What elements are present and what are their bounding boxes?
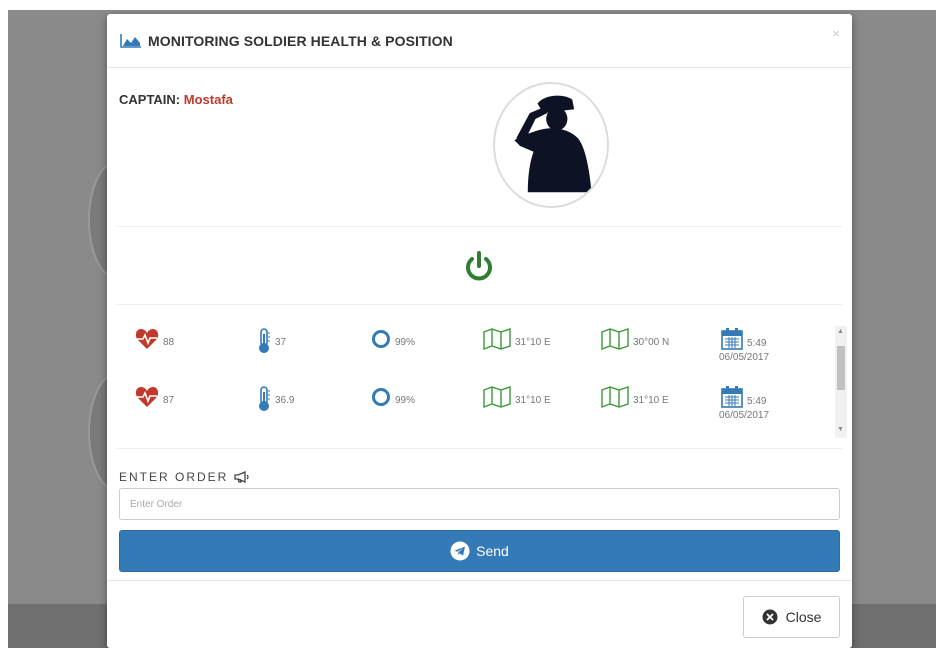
captain-label: CAPTAIN: bbox=[119, 92, 181, 107]
longitude-cell: 31°10 E bbox=[483, 328, 551, 350]
saluting-soldier-icon bbox=[514, 95, 592, 193]
scroll-thumb[interactable] bbox=[837, 346, 845, 390]
time-value: 5:49 bbox=[747, 396, 767, 407]
table-row: 87 36.9 99% 31°10 E 31°10 E 5:49 06/05/2… bbox=[117, 386, 817, 428]
close-button[interactable]: Close bbox=[743, 596, 840, 638]
longitude-cell: 31°10 E bbox=[483, 386, 551, 408]
captain-row: CAPTAIN: Mostafa bbox=[119, 92, 233, 107]
map-icon bbox=[483, 386, 511, 408]
datetime-cell: 5:49 06/05/2017 bbox=[719, 328, 801, 363]
heart-rate-cell: 87 bbox=[135, 386, 174, 408]
longitude-value: 31°10 E bbox=[515, 337, 551, 348]
area-chart-icon bbox=[120, 33, 141, 48]
table-row: 88 37 99% 31°10 E 30°00 N 5:49 06/05/201… bbox=[117, 328, 817, 370]
soldier-avatar bbox=[493, 82, 609, 208]
send-label: Send bbox=[476, 543, 509, 559]
heartbeat-icon bbox=[135, 329, 159, 349]
temperature-value: 36.9 bbox=[275, 395, 295, 406]
heart-rate-value: 87 bbox=[163, 395, 175, 406]
soldier-modal: MONITORING SOLDIER HEALTH & POSITION × C… bbox=[107, 14, 852, 648]
thermometer-icon bbox=[259, 386, 270, 411]
heart-rate-cell: 88 bbox=[135, 328, 174, 350]
temperature-cell: 37 bbox=[257, 328, 286, 354]
oxygen-value: 99% bbox=[395, 337, 416, 348]
power-icon[interactable] bbox=[463, 250, 495, 284]
send-button[interactable]: Send bbox=[119, 530, 840, 572]
divider bbox=[117, 304, 842, 305]
latitude-value: 30°00 N bbox=[633, 337, 670, 348]
map-icon bbox=[483, 328, 511, 350]
oxygen-cell: 99% bbox=[371, 386, 415, 408]
date-value: 06/05/2017 bbox=[719, 410, 770, 421]
date-value: 06/05/2017 bbox=[719, 352, 770, 363]
divider bbox=[117, 448, 842, 449]
captain-name: Mostafa bbox=[183, 92, 233, 107]
map-icon bbox=[601, 386, 629, 408]
modal-close-x[interactable]: × bbox=[832, 26, 840, 41]
telegram-icon bbox=[450, 541, 470, 561]
modal-header: MONITORING SOLDIER HEALTH & POSITION × bbox=[107, 14, 852, 68]
latitude-value: 31°10 E bbox=[633, 395, 669, 406]
readings-table: 88 37 99% 31°10 E 30°00 N 5:49 06/05/201… bbox=[117, 320, 842, 444]
longitude-value: 31°10 E bbox=[515, 395, 551, 406]
times-circle-icon bbox=[762, 609, 778, 625]
order-input[interactable] bbox=[119, 488, 840, 520]
scroll-down-arrow-icon[interactable]: ▼ bbox=[837, 426, 844, 433]
order-label-text: ENTER ORDER bbox=[119, 470, 229, 484]
readings-scrollbar[interactable]: ▲ ▼ bbox=[835, 326, 847, 438]
circle-o-icon bbox=[372, 388, 390, 406]
oxygen-cell: 99% bbox=[371, 328, 415, 350]
heart-rate-value: 88 bbox=[163, 337, 175, 348]
modal-title: MONITORING SOLDIER HEALTH & POSITION bbox=[148, 32, 453, 49]
bullhorn-icon bbox=[234, 471, 249, 483]
scroll-up-arrow-icon[interactable]: ▲ bbox=[837, 328, 844, 335]
close-label: Close bbox=[785, 609, 822, 625]
footer-divider bbox=[107, 580, 852, 581]
heartbeat-icon bbox=[135, 387, 159, 407]
temperature-value: 37 bbox=[275, 337, 287, 348]
latitude-cell: 30°00 N bbox=[601, 328, 669, 350]
map-icon bbox=[601, 328, 629, 350]
thermometer-icon bbox=[259, 328, 270, 353]
latitude-cell: 31°10 E bbox=[601, 386, 669, 408]
temperature-cell: 36.9 bbox=[257, 386, 294, 412]
circle-o-icon bbox=[372, 330, 390, 348]
oxygen-value: 99% bbox=[395, 395, 416, 406]
time-value: 5:49 bbox=[747, 338, 767, 349]
calendar-icon bbox=[721, 328, 743, 350]
order-label: ENTER ORDER bbox=[119, 470, 250, 484]
divider bbox=[117, 226, 842, 227]
datetime-cell: 5:49 06/05/2017 bbox=[719, 386, 801, 421]
calendar-icon bbox=[721, 386, 743, 408]
